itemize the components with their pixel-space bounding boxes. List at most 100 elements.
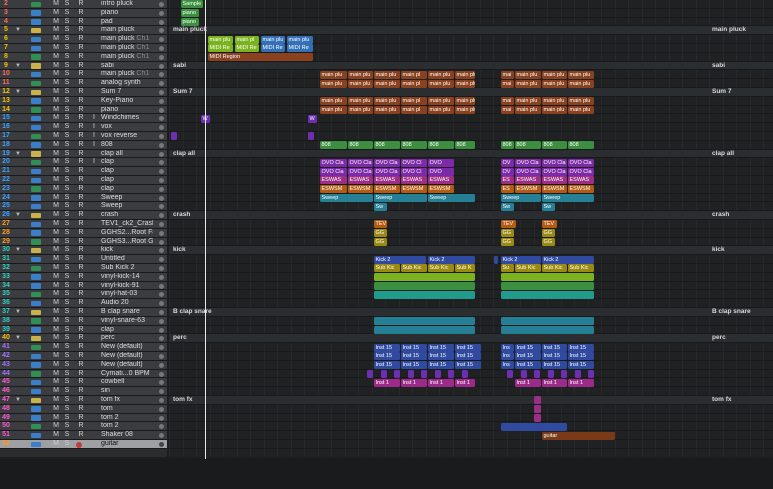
region[interactable]: Sweep — [428, 194, 475, 202]
record-enable-button[interactable]: R — [77, 53, 85, 61]
region[interactable]: Sub Kic — [568, 264, 594, 273]
volume-knob-icon[interactable] — [159, 230, 164, 236]
track-name[interactable]: tom 2 — [101, 414, 153, 422]
mute-button[interactable]: M — [52, 35, 60, 43]
region[interactable]: ESWAS — [428, 176, 454, 185]
region[interactable]: Inst 1 — [542, 378, 567, 387]
volume-knob-icon[interactable] — [159, 442, 164, 447]
region[interactable]: Inst 15 — [401, 343, 427, 352]
region[interactable]: main plu — [428, 106, 454, 114]
region[interactable]: main plu — [568, 97, 594, 106]
region[interactable]: MIDI Region — [208, 53, 313, 62]
region[interactable]: Sweep — [501, 194, 541, 202]
region[interactable]: main plu — [374, 106, 400, 114]
volume-knob-icon[interactable] — [159, 151, 164, 157]
solo-button[interactable]: S — [63, 387, 71, 395]
volume-knob-icon[interactable] — [159, 186, 164, 192]
track-header[interactable]: 26 ▼ M S Rcrash — [0, 211, 167, 220]
track-header[interactable]: 25 M S R Sweep — [0, 202, 167, 212]
mute-button[interactable]: M — [52, 114, 60, 122]
solo-button[interactable]: S — [63, 150, 71, 158]
region[interactable]: OVO Cla — [568, 167, 594, 176]
volume-knob-icon[interactable] — [159, 301, 164, 307]
track-name[interactable]: Cymati...0 BPM — [101, 370, 153, 378]
mute-button[interactable]: M — [52, 361, 60, 369]
solo-button[interactable]: S — [63, 141, 71, 149]
track-header[interactable]: 12 ▼ M S R Sum 7 — [0, 88, 167, 97]
region[interactable]: main pl — [235, 35, 259, 44]
volume-knob-icon[interactable] — [159, 63, 164, 69]
volume-knob-icon[interactable] — [159, 2, 164, 7]
mute-button[interactable]: M — [52, 9, 60, 17]
volume-knob-icon[interactable] — [159, 371, 164, 377]
region[interactable]: main plu — [348, 70, 373, 79]
volume-knob-icon[interactable] — [159, 19, 164, 25]
volume-knob-icon[interactable] — [159, 81, 164, 87]
region[interactable]: main plu — [320, 106, 347, 114]
region[interactable]: mai — [501, 106, 514, 114]
record-enable-button[interactable]: R — [77, 282, 85, 290]
region[interactable]: OVO Cla — [542, 167, 567, 176]
track-name[interactable]: New (default) — [101, 343, 153, 351]
region[interactable]: Inst 15 — [568, 361, 594, 370]
region[interactable]: main plu — [320, 70, 347, 79]
volume-knob-icon[interactable] — [159, 46, 164, 51]
track-header[interactable]: 16 M S R Ivox — [0, 123, 167, 132]
region[interactable]: Sub Kic — [428, 264, 454, 273]
region[interactable]: Inst 15 — [428, 361, 454, 370]
volume-knob-icon[interactable] — [159, 266, 164, 271]
region[interactable]: Kick 2 — [428, 255, 475, 264]
track-name[interactable]: main pluck Ch1 — [101, 44, 153, 52]
mute-button[interactable]: M — [52, 44, 60, 52]
region[interactable]: OVO Cla — [374, 167, 400, 176]
record-enable-button[interactable]: R — [77, 246, 85, 254]
volume-knob-icon[interactable] — [159, 248, 164, 254]
region[interactable]: main plu — [348, 97, 373, 106]
region[interactable] — [501, 317, 594, 326]
solo-button[interactable]: S — [63, 62, 71, 70]
track-name[interactable]: vinyl-kick-91 — [101, 282, 153, 290]
region[interactable]: 808 — [348, 141, 373, 150]
record-enable-button[interactable]: R — [77, 88, 85, 96]
record-enable-button[interactable]: R — [77, 185, 85, 193]
track-name[interactable]: main pluck Ch1 — [101, 70, 153, 78]
solo-button[interactable]: S — [63, 264, 71, 272]
region[interactable]: Ins — [501, 361, 514, 370]
track-header[interactable]: 9 ▼ M S Rsabi — [0, 61, 167, 71]
record-enable-button[interactable]: R — [77, 431, 85, 439]
region[interactable]: main plu — [428, 70, 454, 79]
mute-button[interactable]: M — [52, 308, 60, 316]
record-enable-button[interactable]: R — [77, 132, 85, 140]
region[interactable]: main plu — [515, 70, 541, 79]
record-enable-button[interactable]: R — [77, 79, 85, 87]
solo-button[interactable]: S — [63, 422, 71, 430]
region[interactable]: GG — [374, 229, 387, 238]
mute-button[interactable]: M — [52, 370, 60, 378]
region[interactable] — [448, 370, 454, 378]
track-header[interactable]: 21 M S Rclap — [0, 167, 167, 176]
volume-knob-icon[interactable] — [159, 274, 164, 280]
solo-button[interactable]: S — [63, 18, 71, 26]
region[interactable]: Inst 15 — [401, 352, 427, 361]
track-header[interactable]: 45 M S Rcowbell — [0, 378, 167, 388]
record-enable-button[interactable]: R — [77, 326, 85, 334]
mute-button[interactable]: M — [52, 238, 60, 246]
volume-knob-icon[interactable] — [159, 10, 164, 16]
mute-button[interactable]: M — [52, 123, 60, 131]
track-name[interactable]: Windchimes — [101, 114, 153, 122]
solo-button[interactable]: S — [63, 308, 71, 316]
region[interactable] — [534, 414, 541, 422]
solo-button[interactable]: S — [63, 326, 71, 334]
volume-knob-icon[interactable] — [159, 125, 164, 131]
region[interactable]: OVO Cla — [515, 158, 541, 167]
record-enable-button[interactable]: R — [77, 378, 85, 386]
record-enable-button[interactable]: R — [77, 396, 85, 404]
region[interactable]: Inst 1 — [455, 378, 475, 387]
track-name[interactable]: analog synth — [101, 79, 153, 87]
volume-knob-icon[interactable] — [159, 424, 164, 430]
region[interactable]: Inst 1 — [568, 378, 594, 387]
region[interactable]: main plu — [542, 97, 567, 106]
record-enable-button[interactable]: R — [77, 299, 85, 307]
volume-knob-icon[interactable] — [159, 116, 164, 122]
track-header[interactable]: 28 M S R GGHS2...Root F# — [0, 228, 167, 238]
